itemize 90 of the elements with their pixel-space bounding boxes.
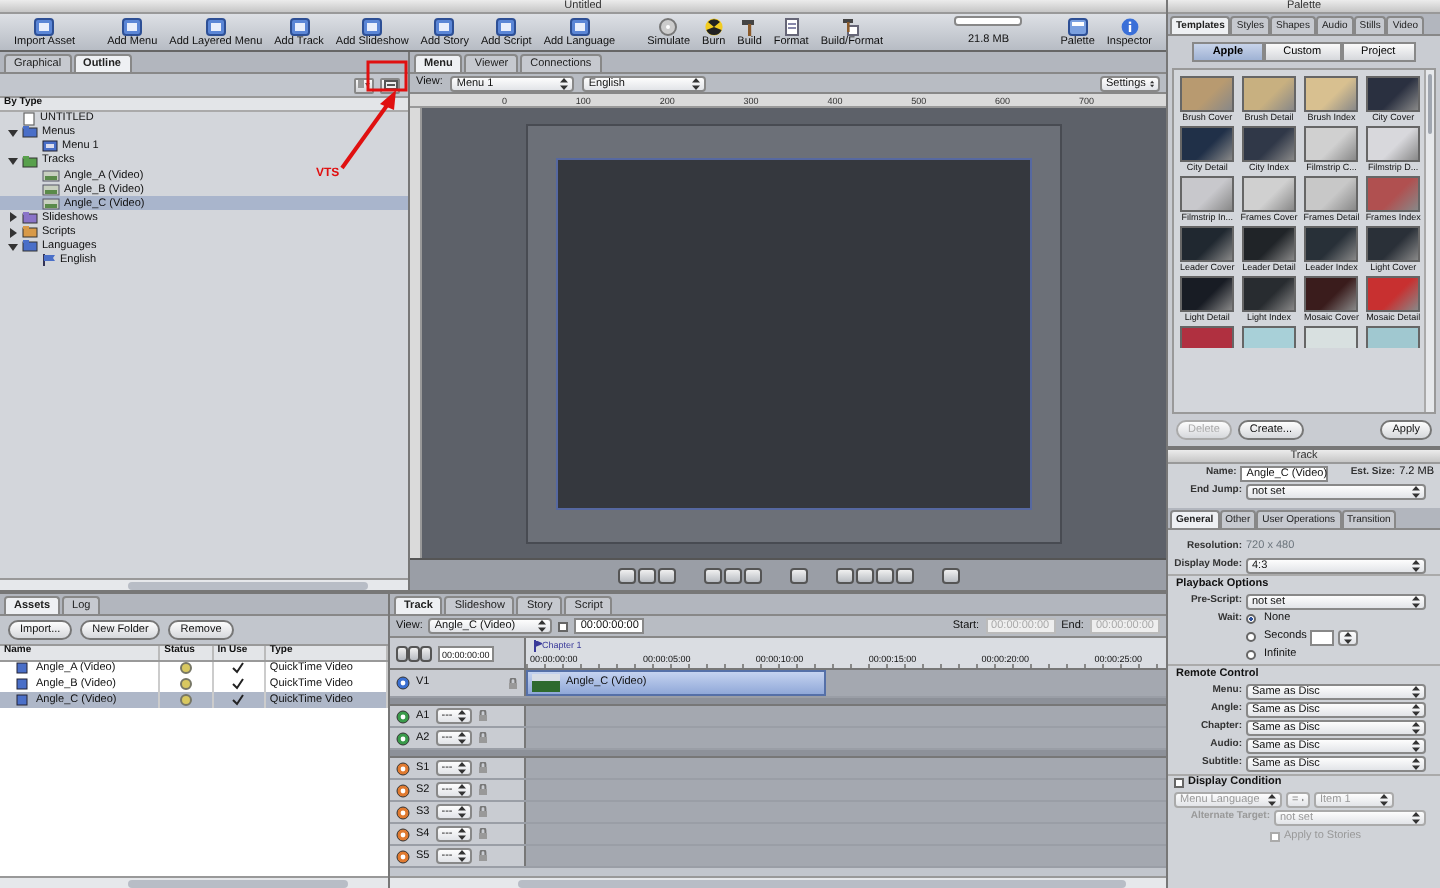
radio-button[interactable] <box>1246 632 1256 643</box>
template-thumbnail[interactable] <box>1242 226 1297 262</box>
updown-arrows-icon <box>1268 794 1276 807</box>
scrollbar[interactable] <box>0 876 388 888</box>
hammer-icon <box>841 18 862 36</box>
view-button[interactable] <box>941 567 959 583</box>
updown-arrows-icon <box>1412 722 1420 735</box>
template-thumbnail[interactable] <box>1242 76 1297 112</box>
template-thumbnail[interactable] <box>1304 276 1359 312</box>
tile-icon <box>569 18 590 36</box>
template-thumbnail[interactable] <box>1304 176 1359 212</box>
template-thumbnail[interactable] <box>1366 126 1421 162</box>
updown-arrows-icon <box>457 828 466 840</box>
template-thumbnail[interactable] <box>1304 226 1359 262</box>
tile-icon <box>362 18 383 36</box>
updown-arrows-icon <box>538 620 547 632</box>
updown-arrows-icon <box>457 762 466 774</box>
scrollbar[interactable] <box>1424 70 1434 412</box>
annotation-arrow <box>340 90 396 170</box>
document-icon <box>781 18 802 36</box>
updown-arrows-icon <box>1344 631 1353 644</box>
info-icon <box>1119 18 1140 36</box>
disc-icon <box>658 18 679 36</box>
status-light-icon <box>179 693 192 706</box>
lock-icon <box>508 677 518 689</box>
template-thumbnail[interactable] <box>1180 126 1235 162</box>
photo-placeholder <box>532 674 560 692</box>
view-button[interactable] <box>789 567 807 583</box>
updown-arrows-icon <box>1412 758 1420 771</box>
hammer-icon <box>739 18 760 36</box>
updown-arrows-icon <box>1412 812 1420 825</box>
checkbox[interactable] <box>558 621 569 631</box>
template-thumbnail[interactable] <box>1180 176 1235 212</box>
disk-meter <box>954 16 1023 26</box>
template-thumbnail[interactable] <box>1242 276 1297 312</box>
stepper[interactable] <box>1338 629 1359 646</box>
updown-arrows-icon <box>457 784 466 796</box>
tile-icon <box>205 18 226 36</box>
tile-icon <box>434 18 455 36</box>
updown-arrows-icon <box>1380 794 1388 807</box>
updown-arrows-icon <box>692 77 701 89</box>
checkbox[interactable] <box>1174 778 1184 789</box>
template-thumbnail[interactable] <box>1180 76 1235 112</box>
updown-arrows-icon <box>1412 686 1420 699</box>
flag-icon <box>42 254 56 267</box>
window-icon <box>383 80 397 90</box>
updown-arrows-icon <box>1412 485 1420 497</box>
tile-icon <box>289 18 310 36</box>
template-thumbnail[interactable] <box>1304 326 1359 348</box>
status-light-icon <box>179 677 192 690</box>
radiation-icon <box>703 18 724 36</box>
template-thumbnail[interactable] <box>1366 276 1421 312</box>
updown-arrows-icon <box>457 850 466 862</box>
updown-arrows-icon <box>457 806 466 818</box>
updown-arrows-icon <box>457 732 466 744</box>
template-thumbnail[interactable] <box>1366 76 1421 112</box>
tile-icon <box>122 18 143 36</box>
template-thumbnail[interactable] <box>1366 326 1421 348</box>
status-light-icon <box>179 661 192 674</box>
template-thumbnail[interactable] <box>1180 326 1235 348</box>
updown-arrows-icon <box>1412 559 1420 571</box>
updown-arrows-icon <box>560 77 569 89</box>
updown-arrows-icon <box>457 710 466 722</box>
template-thumbnail[interactable] <box>1242 176 1297 212</box>
template-thumbnail[interactable] <box>1366 176 1421 212</box>
scrollbar[interactable] <box>390 876 1166 888</box>
template-thumbnail[interactable] <box>1304 126 1359 162</box>
document-icon <box>22 111 36 126</box>
caret-icon <box>358 80 370 90</box>
tile-icon <box>1067 18 1088 36</box>
window-icon <box>42 140 58 153</box>
marker-icon <box>534 639 542 651</box>
template-thumbnail[interactable] <box>1242 126 1297 162</box>
template-thumbnail[interactable] <box>1180 226 1235 262</box>
updown-arrows-icon <box>1412 595 1420 608</box>
highlight-frame <box>366 60 408 92</box>
tile-icon <box>34 18 55 36</box>
updown-arrows-icon <box>1149 77 1154 89</box>
template-thumbnail[interactable] <box>1180 276 1235 312</box>
radio-button[interactable] <box>1246 650 1256 661</box>
template-thumbnail[interactable] <box>1242 326 1297 348</box>
input-field[interactable] <box>1310 629 1335 646</box>
updown-arrows-icon <box>1412 740 1420 753</box>
template-thumbnail[interactable] <box>1304 76 1359 112</box>
round-toggle-icon <box>396 676 410 690</box>
template-thumbnail[interactable] <box>1366 226 1421 262</box>
tile-icon <box>496 18 517 36</box>
scrollbar[interactable] <box>0 578 408 590</box>
radio-button[interactable] <box>1246 614 1256 625</box>
updown-arrows-icon <box>1412 704 1420 717</box>
